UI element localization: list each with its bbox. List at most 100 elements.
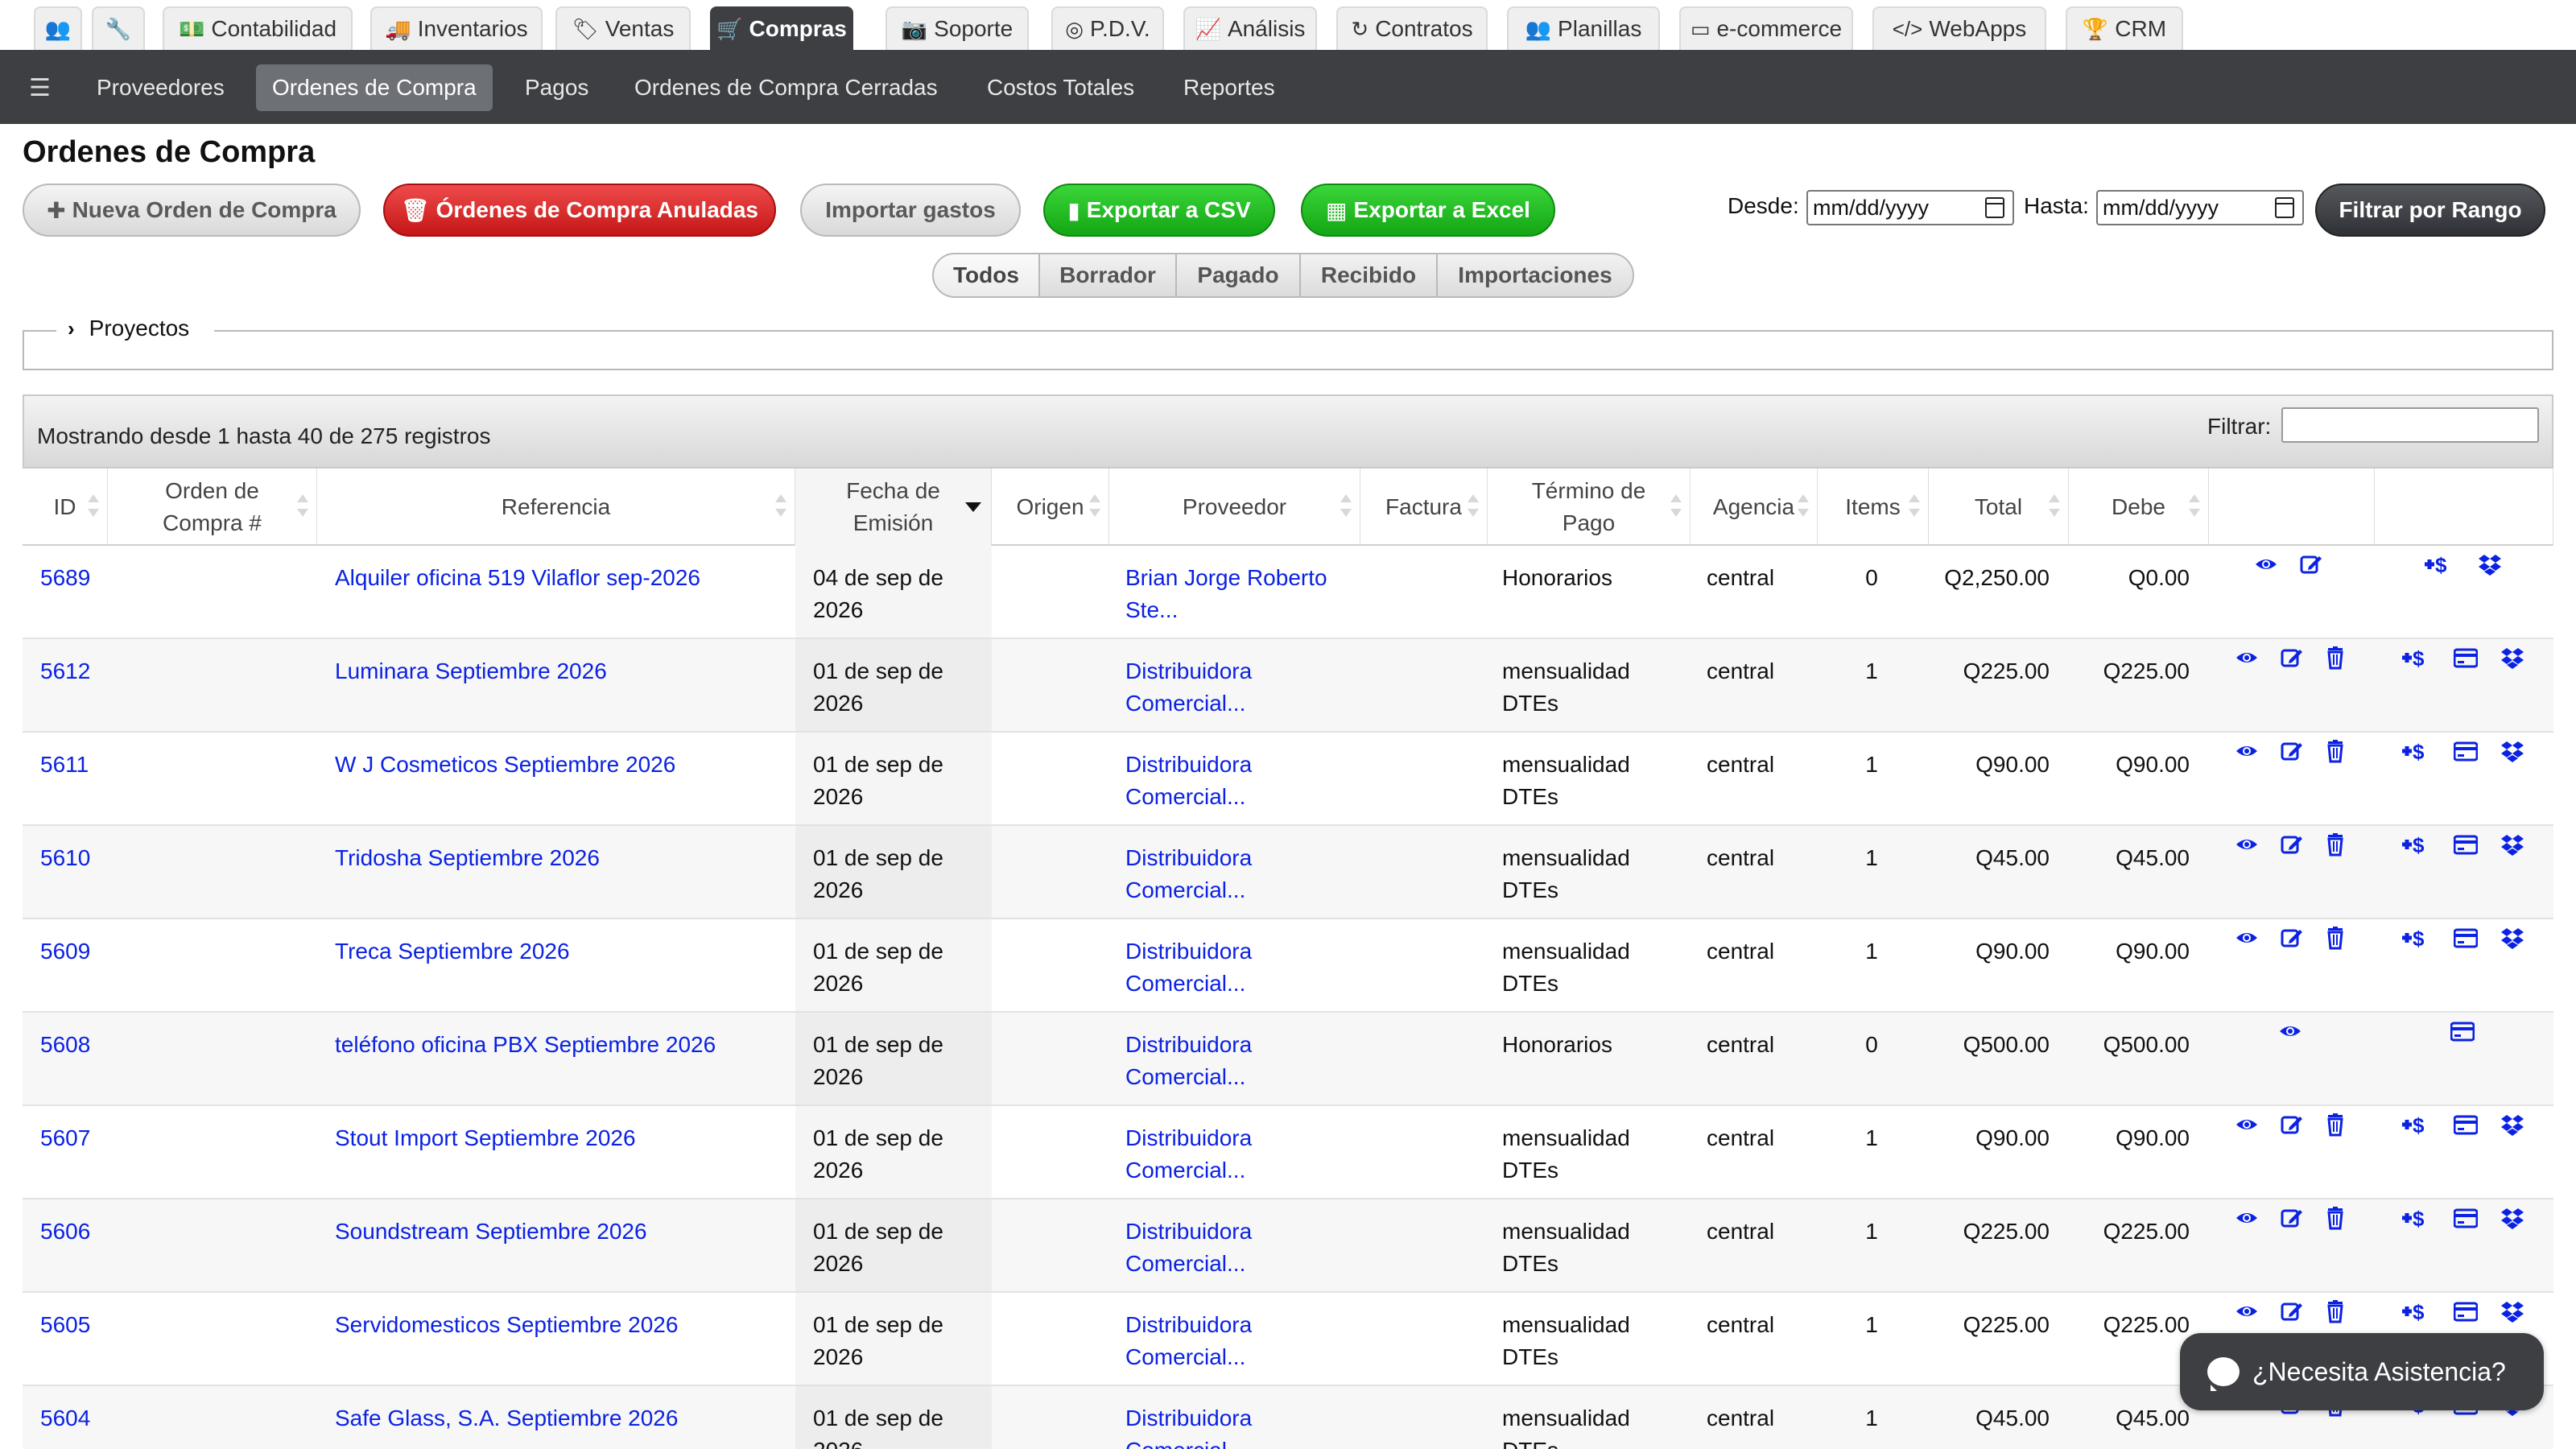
credit-card-icon[interactable] bbox=[2454, 739, 2478, 763]
dropbox-icon[interactable] bbox=[2500, 832, 2524, 857]
dropbox-icon[interactable] bbox=[2500, 1299, 2524, 1323]
export-excel-button[interactable]: ▦ Exportar a Excel bbox=[1301, 184, 1555, 237]
filter-range-button[interactable]: Filtrar por Rango bbox=[2315, 184, 2545, 237]
eye-icon[interactable] bbox=[2235, 1206, 2259, 1230]
tab-p-d-v-[interactable]: ◎ P.D.V. bbox=[1051, 6, 1164, 50]
tab-an-lisis[interactable]: 📈 Análisis bbox=[1183, 6, 1317, 50]
tab-wrench[interactable]: 🔧 bbox=[92, 6, 145, 50]
dropbox-icon[interactable] bbox=[2500, 739, 2524, 763]
tab-users[interactable]: 👥 bbox=[34, 6, 82, 50]
calendar-icon[interactable] bbox=[1985, 197, 2004, 218]
supplier-link[interactable]: Distribuidora Comercial... bbox=[1125, 842, 1359, 906]
tab-inventarios[interactable]: 🚚 Inventarios bbox=[370, 6, 543, 50]
tab-soporte[interactable]: 📷 Soporte bbox=[886, 6, 1029, 50]
tab-webapps[interactable]: </> WebApps bbox=[1872, 6, 2046, 50]
reference-link[interactable]: Servidomesticos Septiembre 2026 bbox=[335, 1309, 786, 1341]
add-payment-icon[interactable]: $ bbox=[2401, 739, 2433, 763]
eye-icon[interactable] bbox=[2235, 1113, 2259, 1137]
tab-crm[interactable]: 🏆 CRM bbox=[2066, 6, 2183, 50]
eye-icon[interactable] bbox=[2235, 739, 2259, 763]
segment-todos[interactable]: Todos bbox=[932, 253, 1040, 298]
subnav-pagos[interactable]: Pagos bbox=[509, 64, 605, 111]
tab-ventas[interactable]: 🏷 Ventas bbox=[555, 6, 691, 50]
tab-e-commerce[interactable]: ▭ e-commerce bbox=[1679, 6, 1853, 50]
edit-icon[interactable] bbox=[2280, 739, 2304, 763]
tab-contratos[interactable]: ↻ Contratos bbox=[1336, 6, 1488, 50]
credit-card-icon[interactable] bbox=[2450, 1019, 2475, 1043]
column-header-orden-de-compra-[interactable]: Orden de Compra # bbox=[108, 469, 317, 546]
add-payment-icon[interactable]: $ bbox=[2401, 832, 2433, 857]
edit-icon[interactable] bbox=[2280, 926, 2304, 950]
filter-input[interactable] bbox=[2281, 407, 2539, 443]
trash-icon[interactable] bbox=[2323, 739, 2347, 763]
trash-icon[interactable] bbox=[2323, 646, 2347, 670]
export-csv-button[interactable]: ▮ Exportar a CSV bbox=[1043, 184, 1275, 237]
column-header-fecha-de-emisi-n[interactable]: Fecha de Emisión bbox=[795, 469, 992, 546]
eye-icon[interactable] bbox=[2278, 1019, 2302, 1043]
trash-icon[interactable] bbox=[2323, 926, 2347, 950]
tab-planillas[interactable]: 👥 Planillas bbox=[1507, 6, 1660, 50]
credit-card-icon[interactable] bbox=[2454, 926, 2478, 950]
supplier-link[interactable]: Distribuidora Comercial... bbox=[1125, 1029, 1359, 1093]
dropbox-icon[interactable] bbox=[2500, 646, 2524, 670]
edit-icon[interactable] bbox=[2280, 1299, 2304, 1323]
order-id-link[interactable]: 5611 bbox=[40, 749, 105, 781]
dropbox-icon[interactable] bbox=[2500, 926, 2524, 950]
eye-icon[interactable] bbox=[2235, 926, 2259, 950]
trash-icon[interactable] bbox=[2323, 1113, 2347, 1137]
import-expenses-button[interactable]: Importar gastos bbox=[800, 184, 1021, 237]
eye-icon[interactable] bbox=[2235, 1299, 2259, 1323]
supplier-link[interactable]: Distribuidora Comercial... bbox=[1125, 1122, 1359, 1187]
edit-icon[interactable] bbox=[2280, 646, 2304, 670]
reference-link[interactable]: W J Cosmeticos Septiembre 2026 bbox=[335, 749, 786, 781]
credit-card-icon[interactable] bbox=[2454, 1113, 2478, 1137]
add-payment-icon[interactable]: $ bbox=[2423, 552, 2455, 576]
tab-contabilidad[interactable]: 💵 Contabilidad bbox=[163, 6, 353, 50]
calendar-icon[interactable] bbox=[2275, 197, 2294, 218]
add-payment-icon[interactable]: $ bbox=[2401, 1299, 2433, 1323]
credit-card-icon[interactable] bbox=[2454, 1206, 2478, 1230]
reference-link[interactable]: Stout Import Septiembre 2026 bbox=[335, 1122, 786, 1154]
order-id-link[interactable]: 5609 bbox=[40, 935, 105, 968]
order-id-link[interactable]: 5605 bbox=[40, 1309, 105, 1341]
column-header-origen[interactable]: Origen bbox=[992, 469, 1109, 546]
segment-recibido[interactable]: Recibido bbox=[1299, 253, 1438, 298]
tab-compras[interactable]: 🛒 Compras bbox=[710, 6, 853, 50]
column-header-t-rmino-de-pago[interactable]: Término de Pago bbox=[1488, 469, 1690, 546]
supplier-link[interactable]: Distribuidora Comercial... bbox=[1125, 655, 1359, 720]
reference-link[interactable]: Safe Glass, S.A. Septiembre 2026 bbox=[335, 1402, 786, 1435]
column-header-agencia[interactable]: Agencia bbox=[1690, 469, 1818, 546]
assistance-chat-button[interactable]: ¿Necesita Asistencia? bbox=[2180, 1333, 2544, 1410]
column-header-total[interactable]: Total bbox=[1929, 469, 2069, 546]
supplier-link[interactable]: Distribuidora Comercial... bbox=[1125, 749, 1359, 813]
subnav-costos-totales[interactable]: Costos Totales bbox=[971, 64, 1150, 111]
order-id-link[interactable]: 5604 bbox=[40, 1402, 105, 1435]
edit-icon[interactable] bbox=[2280, 1206, 2304, 1230]
to-date-input[interactable]: mm/dd/yyyy bbox=[2096, 190, 2304, 225]
column-header-proveedor[interactable]: Proveedor bbox=[1109, 469, 1360, 546]
column-header-id[interactable]: ID bbox=[23, 469, 108, 546]
segment-pagado[interactable]: Pagado bbox=[1175, 253, 1301, 298]
dropbox-icon[interactable] bbox=[2500, 1206, 2524, 1230]
supplier-link[interactable]: Distribuidora Comercial... bbox=[1125, 935, 1359, 1000]
supplier-link[interactable]: Distribuidora Comercial... bbox=[1125, 1402, 1359, 1449]
supplier-link[interactable]: Distribuidora Comercial... bbox=[1125, 1216, 1359, 1280]
dropbox-icon[interactable] bbox=[2500, 1113, 2524, 1137]
order-id-link[interactable]: 5608 bbox=[40, 1029, 105, 1061]
order-id-link[interactable]: 5606 bbox=[40, 1216, 105, 1248]
add-payment-icon[interactable]: $ bbox=[2401, 926, 2433, 950]
edit-icon[interactable] bbox=[2280, 832, 2304, 857]
eye-icon[interactable] bbox=[2254, 552, 2278, 576]
subnav-reportes[interactable]: Reportes bbox=[1167, 64, 1291, 111]
annulled-orders-button[interactable]: 🗑 Órdenes de Compra Anuladas bbox=[383, 184, 776, 237]
order-id-link[interactable]: 5689 bbox=[40, 562, 105, 594]
edit-icon[interactable] bbox=[2280, 1113, 2304, 1137]
reference-link[interactable]: Treca Septiembre 2026 bbox=[335, 935, 786, 968]
credit-card-icon[interactable] bbox=[2454, 646, 2478, 670]
supplier-link[interactable]: Brian Jorge Roberto Ste... bbox=[1125, 562, 1359, 626]
order-id-link[interactable]: 5607 bbox=[40, 1122, 105, 1154]
order-id-link[interactable]: 5610 bbox=[40, 842, 105, 874]
reference-link[interactable]: teléfono oficina PBX Septiembre 2026 bbox=[335, 1029, 786, 1061]
subnav-ordenes-de-compra-cerradas[interactable]: Ordenes de Compra Cerradas bbox=[618, 64, 954, 111]
column-header-factura[interactable]: Factura bbox=[1360, 469, 1488, 546]
